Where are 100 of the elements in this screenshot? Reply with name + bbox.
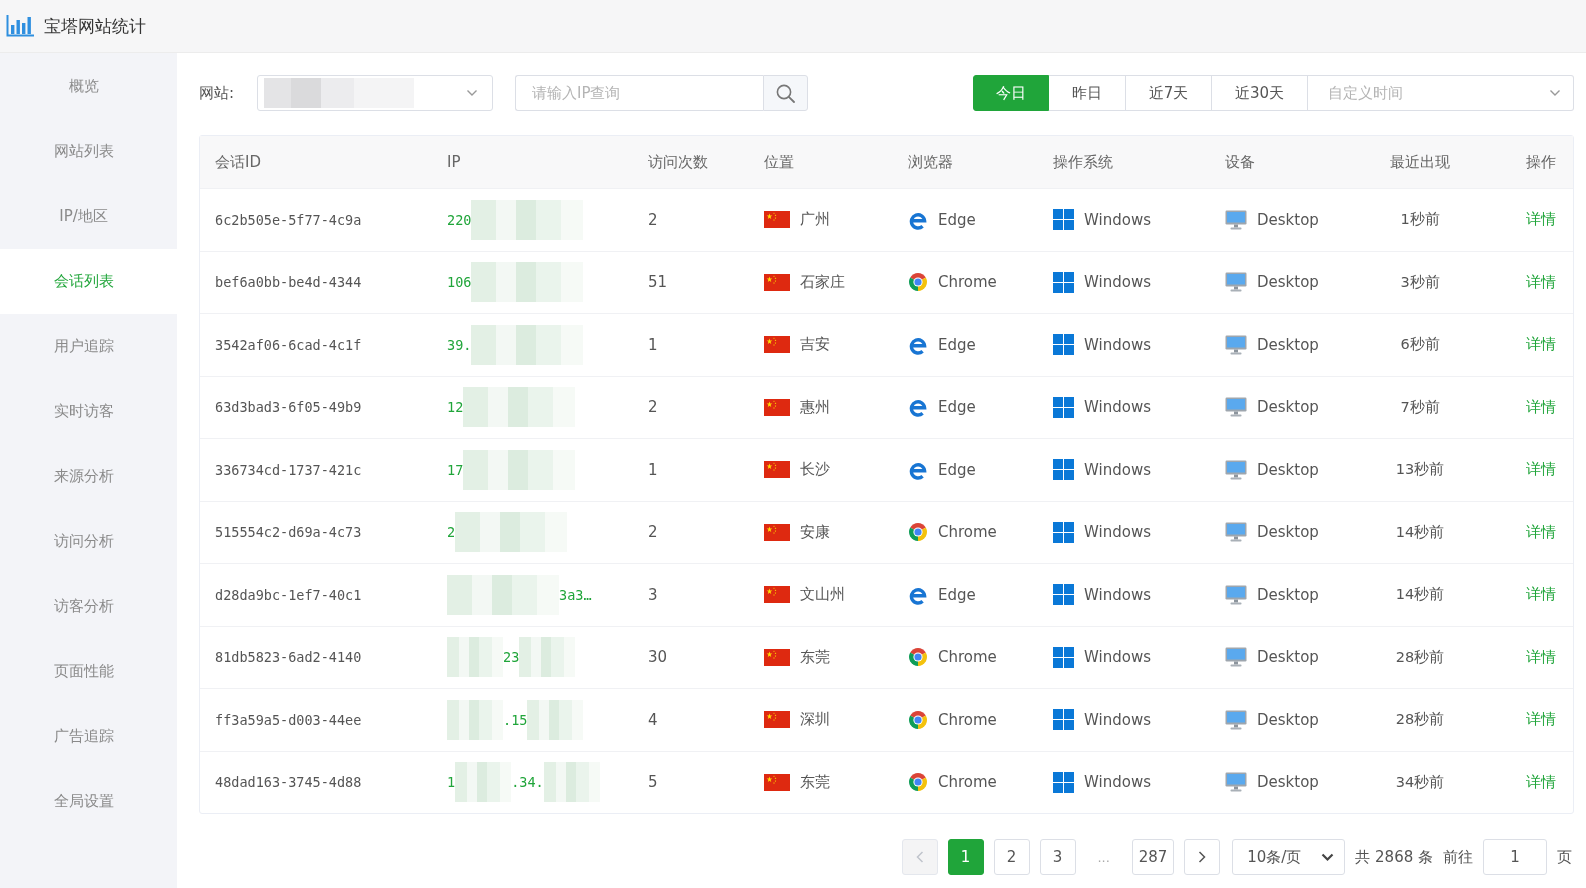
- session-id: 48dad163-3745-4d88: [215, 774, 362, 791]
- windows-logo-icon: [1053, 771, 1074, 793]
- date-range-tab[interactable]: 近30天: [1212, 75, 1308, 111]
- session-id: 3542af06-6cad-4c1f: [215, 336, 362, 353]
- visit-count: 30: [648, 648, 668, 667]
- city-name: 东莞: [800, 647, 830, 667]
- visit-count: 3: [648, 585, 658, 604]
- search-icon: [776, 83, 795, 103]
- next-page-button[interactable]: [1184, 839, 1221, 875]
- details-link[interactable]: 详情: [1526, 460, 1556, 480]
- device-name: Desktop: [1257, 273, 1319, 292]
- sidebar-item[interactable]: IP/地区: [0, 184, 177, 249]
- city-name: 广州: [800, 210, 830, 230]
- search-button[interactable]: [763, 75, 808, 111]
- session-id: 515554c2-d69a-4c73: [215, 524, 362, 541]
- monitor-icon: [1225, 647, 1247, 668]
- search-field[interactable]: 请输入IP查询: [515, 75, 763, 111]
- chevron-left-icon: [915, 851, 924, 863]
- sidebar-item[interactable]: 实时访客: [0, 379, 177, 444]
- windows-logo-icon: [1053, 396, 1074, 418]
- page-size-select[interactable]: 10条/页: [1232, 839, 1346, 875]
- sidebar-item[interactable]: 会话列表: [0, 249, 177, 314]
- monitor-icon: [1225, 522, 1247, 543]
- sidebar-item[interactable]: 网站列表: [0, 119, 177, 184]
- visit-count: 2: [648, 210, 658, 229]
- page-number-field[interactable]: 1: [1483, 839, 1547, 875]
- session-id: d28da9bc-1ef7-40c1: [215, 586, 362, 603]
- details-link[interactable]: 详情: [1526, 397, 1556, 417]
- column-header: 设备: [1224, 152, 1255, 172]
- last-seen-time: 6秒前: [1400, 335, 1440, 355]
- city-name: 长沙: [800, 460, 830, 480]
- browser-name: Edge: [938, 398, 976, 417]
- windows-logo-icon: [1053, 334, 1074, 356]
- os-name: Windows: [1084, 335, 1151, 354]
- session-id: bef6a0bb-be4d-4344: [215, 274, 362, 291]
- session-id: 81db5823-6ad2-4140: [215, 649, 362, 666]
- ip-address-fragment: 17: [447, 461, 464, 478]
- redaction-blur: [543, 762, 600, 803]
- page-button[interactable]: 3: [1039, 839, 1076, 875]
- date-range-tab[interactable]: 昨日: [1049, 75, 1126, 111]
- device-name: Desktop: [1257, 335, 1319, 354]
- visit-count: 5: [648, 773, 658, 792]
- chrome-logo-icon: [908, 647, 928, 668]
- page-button[interactable]: 2: [993, 839, 1030, 875]
- sidebar-item[interactable]: 用户追踪: [0, 314, 177, 379]
- os-name: Windows: [1084, 398, 1151, 417]
- details-link[interactable]: 详情: [1526, 585, 1556, 605]
- date-range-tab[interactable]: 近7天: [1126, 75, 1212, 111]
- ip-address-fragment: 12: [447, 399, 464, 416]
- visit-count: 2: [648, 523, 658, 542]
- details-link[interactable]: 详情: [1526, 710, 1556, 730]
- details-link[interactable]: 详情: [1526, 210, 1556, 230]
- os-name: Windows: [1084, 273, 1151, 292]
- device-name: Desktop: [1257, 585, 1319, 604]
- session-id: 63d3bad3-6f05-49b9: [215, 399, 362, 416]
- visit-count: 51: [648, 273, 668, 292]
- ip-address-fragment: 39.: [447, 336, 472, 353]
- browser-name: Chrome: [938, 773, 997, 792]
- monitor-icon: [1225, 334, 1247, 355]
- page-button[interactable]: 287: [1131, 839, 1175, 875]
- ip-address-fragment: 220: [447, 211, 472, 228]
- windows-logo-icon: [1053, 521, 1074, 543]
- sidebar-item[interactable]: 来源分析: [0, 444, 177, 509]
- os-name: Windows: [1084, 523, 1151, 542]
- sidebar-item[interactable]: 全局设置: [0, 769, 177, 834]
- device-name: Desktop: [1257, 523, 1319, 542]
- sidebar-item[interactable]: 访客分析: [0, 574, 177, 639]
- visit-count: 4: [648, 710, 658, 729]
- details-link[interactable]: 详情: [1526, 272, 1556, 292]
- site-select[interactable]: [257, 75, 493, 111]
- os-name: Windows: [1084, 460, 1151, 479]
- windows-logo-icon: [1053, 209, 1074, 231]
- monitor-icon: [1225, 397, 1247, 418]
- details-link[interactable]: 详情: [1526, 522, 1556, 542]
- chrome-logo-icon: [908, 522, 928, 543]
- column-header: 操作系统: [1052, 152, 1113, 172]
- visit-count: 2: [648, 398, 658, 417]
- chrome-logo-icon: [908, 772, 928, 793]
- last-seen-time: 28秒前: [1395, 647, 1445, 667]
- details-link[interactable]: 详情: [1526, 335, 1556, 355]
- city-name: 安康: [800, 522, 830, 542]
- column-header: 操作: [1526, 152, 1557, 172]
- column-header: 最近出现: [1390, 152, 1450, 172]
- browser-name: Edge: [938, 585, 976, 604]
- date-range-picker[interactable]: 自定义时间: [1308, 75, 1574, 111]
- sidebar-item[interactable]: 访问分析: [0, 509, 177, 574]
- monitor-icon: [1225, 272, 1247, 293]
- details-link[interactable]: 详情: [1526, 647, 1556, 667]
- windows-logo-icon: [1053, 271, 1074, 293]
- page-button[interactable]: 1: [947, 839, 984, 875]
- redaction-blur: [519, 637, 576, 678]
- monitor-icon: [1225, 584, 1247, 605]
- column-header: 会话ID: [214, 152, 261, 172]
- date-range-tab[interactable]: 今日: [973, 75, 1049, 111]
- sidebar-item[interactable]: 广告追踪: [0, 704, 177, 769]
- details-link[interactable]: 详情: [1526, 772, 1556, 792]
- ip-address-fragment: .34.: [511, 774, 544, 791]
- sidebar-item[interactable]: 概览: [0, 54, 177, 119]
- sidebar-item[interactable]: 页面性能: [0, 639, 177, 704]
- last-seen-time: 13秒前: [1395, 460, 1445, 480]
